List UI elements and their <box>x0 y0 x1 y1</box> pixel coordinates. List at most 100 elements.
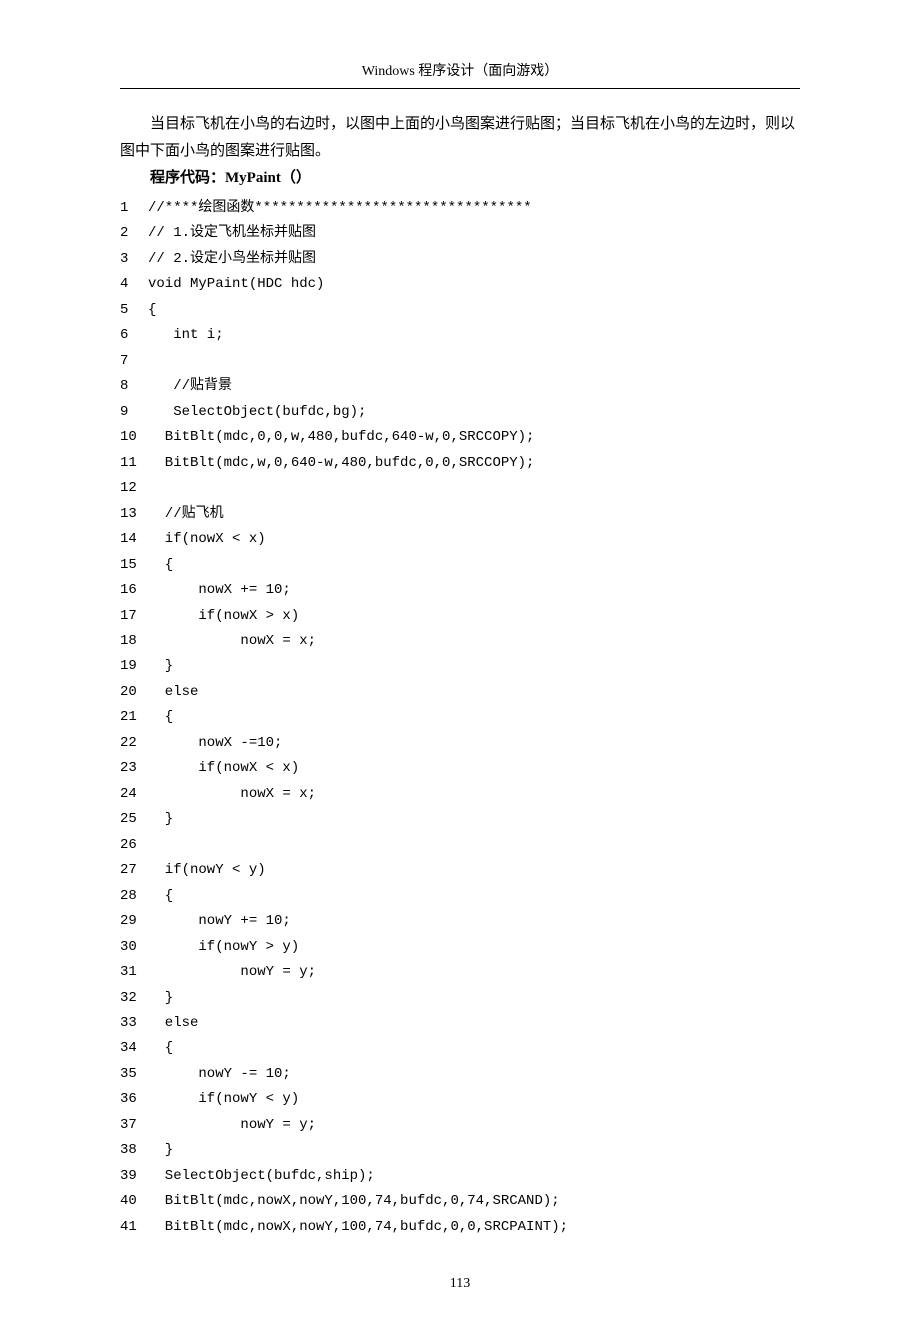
code-line: 26 <box>120 833 800 858</box>
code-text: } <box>148 986 173 1011</box>
line-number: 11 <box>120 451 148 476</box>
code-text: if(nowX < x) <box>148 527 266 552</box>
code-text: nowY -= 10; <box>148 1062 291 1087</box>
line-number: 33 <box>120 1011 148 1036</box>
line-number: 36 <box>120 1087 148 1112</box>
code-line: 4void MyPaint(HDC hdc) <box>120 272 800 297</box>
line-number: 20 <box>120 680 148 705</box>
code-text: nowY = y; <box>148 1113 316 1138</box>
code-line: 40 BitBlt(mdc,nowX,nowY,100,74,bufdc,0,7… <box>120 1189 800 1214</box>
line-number: 1 <box>120 196 148 221</box>
line-number: 16 <box>120 578 148 603</box>
code-text: { <box>148 298 156 323</box>
page-number: 113 <box>120 1276 800 1292</box>
code-text: } <box>148 654 173 679</box>
code-line: 34 { <box>120 1036 800 1061</box>
code-text: BitBlt(mdc,nowX,nowY,100,74,bufdc,0,0,SR… <box>148 1215 568 1240</box>
code-text: { <box>148 553 173 578</box>
code-line: 39 SelectObject(bufdc,ship); <box>120 1164 800 1189</box>
code-line: 32 } <box>120 986 800 1011</box>
line-number: 8 <box>120 374 148 399</box>
code-line: 7 <box>120 349 800 374</box>
code-line: 24 nowX = x; <box>120 782 800 807</box>
code-text: } <box>148 807 173 832</box>
line-number: 32 <box>120 986 148 1011</box>
code-line: 22 nowX -=10; <box>120 731 800 756</box>
code-text: void MyPaint(HDC hdc) <box>148 272 324 297</box>
code-text: else <box>148 680 198 705</box>
line-number: 29 <box>120 909 148 934</box>
code-line: 30 if(nowY > y) <box>120 935 800 960</box>
line-number: 34 <box>120 1036 148 1061</box>
code-line: 28 { <box>120 884 800 909</box>
code-line: 15 { <box>120 553 800 578</box>
code-text: if(nowY > y) <box>148 935 299 960</box>
line-number: 21 <box>120 705 148 730</box>
code-text: if(nowX < x) <box>148 756 299 781</box>
code-line: 37 nowY = y; <box>120 1113 800 1138</box>
line-number: 25 <box>120 807 148 832</box>
line-number: 5 <box>120 298 148 323</box>
line-number: 23 <box>120 756 148 781</box>
code-line: 8 //贴背景 <box>120 374 800 399</box>
code-line: 1//****绘图函数*****************************… <box>120 196 800 221</box>
code-text: // 2.设定小鸟坐标并贴图 <box>148 247 316 272</box>
code-block: 1//****绘图函数*****************************… <box>120 196 800 1240</box>
code-text: BitBlt(mdc,nowX,nowY,100,74,bufdc,0,74,S… <box>148 1189 560 1214</box>
code-text: nowY = y; <box>148 960 316 985</box>
line-number: 38 <box>120 1138 148 1163</box>
code-line: 23 if(nowX < x) <box>120 756 800 781</box>
code-text: //贴飞机 <box>148 502 224 527</box>
line-number: 18 <box>120 629 148 654</box>
code-line: 19 } <box>120 654 800 679</box>
code-line: 3// 2.设定小鸟坐标并贴图 <box>120 247 800 272</box>
line-number: 9 <box>120 400 148 425</box>
code-line: 38 } <box>120 1138 800 1163</box>
line-number: 30 <box>120 935 148 960</box>
code-line: 5{ <box>120 298 800 323</box>
code-text: if(nowY < y) <box>148 858 266 883</box>
header-divider <box>120 88 800 89</box>
line-number: 40 <box>120 1189 148 1214</box>
code-line: 12 <box>120 476 800 501</box>
line-number: 26 <box>120 833 148 858</box>
code-label-text: 程序代码：MyPaint（） <box>150 170 311 186</box>
line-number: 37 <box>120 1113 148 1138</box>
code-line: 14 if(nowX < x) <box>120 527 800 552</box>
line-number: 22 <box>120 731 148 756</box>
code-line: 36 if(nowY < y) <box>120 1087 800 1112</box>
line-number: 39 <box>120 1164 148 1189</box>
code-text: SelectObject(bufdc,bg); <box>148 400 366 425</box>
code-text: int i; <box>148 323 224 348</box>
code-line: 41 BitBlt(mdc,nowX,nowY,100,74,bufdc,0,0… <box>120 1215 800 1240</box>
code-line: 17 if(nowX > x) <box>120 604 800 629</box>
code-line: 6 int i; <box>120 323 800 348</box>
code-text: nowX -=10; <box>148 731 282 756</box>
code-label: 程序代码：MyPaint（） <box>120 165 800 192</box>
code-text: { <box>148 884 173 909</box>
code-text: } <box>148 1138 173 1163</box>
code-text: BitBlt(mdc,0,0,w,480,bufdc,640-w,0,SRCCO… <box>148 425 534 450</box>
line-number: 12 <box>120 476 148 501</box>
code-text: SelectObject(bufdc,ship); <box>148 1164 375 1189</box>
code-line: 20 else <box>120 680 800 705</box>
code-line: 13 //贴飞机 <box>120 502 800 527</box>
line-number: 41 <box>120 1215 148 1240</box>
code-line: 18 nowX = x; <box>120 629 800 654</box>
code-text: //贴背景 <box>148 374 232 399</box>
line-number: 15 <box>120 553 148 578</box>
line-number: 24 <box>120 782 148 807</box>
page-header: Windows 程序设计（面向游戏） <box>120 60 800 80</box>
code-text: nowX = x; <box>148 629 316 654</box>
line-number: 2 <box>120 221 148 246</box>
code-text: BitBlt(mdc,w,0,640-w,480,bufdc,0,0,SRCCO… <box>148 451 534 476</box>
code-text: { <box>148 1036 173 1061</box>
code-text: nowX = x; <box>148 782 316 807</box>
code-line: 21 { <box>120 705 800 730</box>
code-line: 27 if(nowY < y) <box>120 858 800 883</box>
code-line: 11 BitBlt(mdc,w,0,640-w,480,bufdc,0,0,SR… <box>120 451 800 476</box>
code-text: //****绘图函数******************************… <box>148 196 532 221</box>
code-line: 35 nowY -= 10; <box>120 1062 800 1087</box>
line-number: 14 <box>120 527 148 552</box>
code-text: { <box>148 705 173 730</box>
